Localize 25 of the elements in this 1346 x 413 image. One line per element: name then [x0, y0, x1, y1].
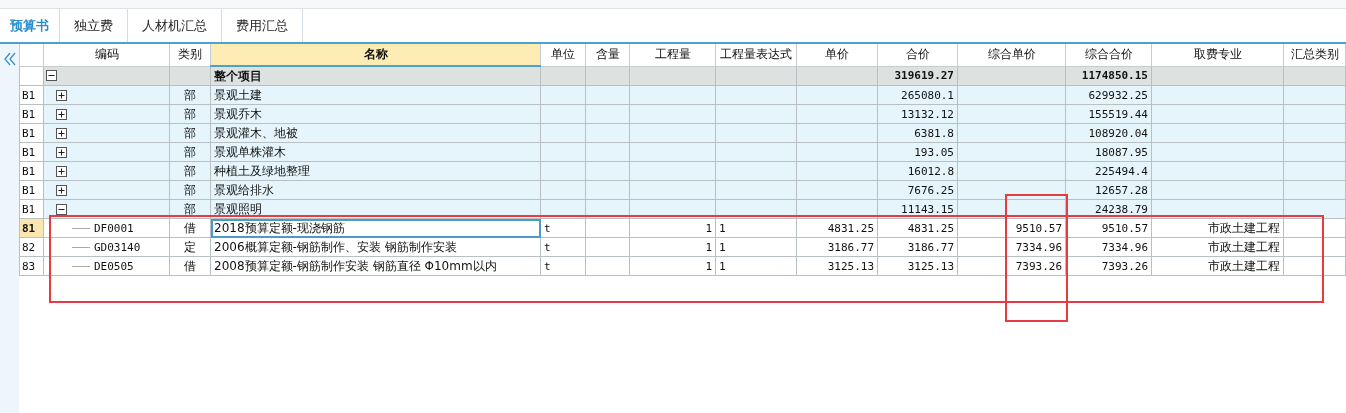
expand-toggle[interactable] — [56, 146, 67, 158]
item-code: DE0505 — [94, 259, 134, 273]
column-header[interactable]: 类别 — [169, 44, 211, 66]
column-header[interactable]: 汇总类别 — [1283, 44, 1346, 66]
expand-toggle[interactable] — [46, 70, 57, 82]
column-header[interactable]: 工程量 — [629, 44, 716, 66]
expand-toggle[interactable] — [56, 165, 67, 177]
expand-toggle[interactable] — [56, 89, 67, 101]
column-header[interactable]: 综合单价 — [957, 44, 1066, 66]
collapse-icon[interactable] — [3, 52, 16, 66]
column-header[interactable]: 取费专业 — [1151, 44, 1284, 66]
column-header[interactable]: 编码 — [43, 44, 170, 66]
column-header[interactable]: 工程量表达式 — [715, 44, 797, 66]
expand-toggle[interactable] — [56, 184, 67, 196]
column-header[interactable]: 单位 — [540, 44, 586, 66]
column-header[interactable]: 综合合价 — [1065, 44, 1152, 66]
column-header[interactable]: 单价 — [796, 44, 878, 66]
column-header[interactable]: 含量 — [585, 44, 630, 66]
column-header[interactable]: 合价 — [877, 44, 958, 66]
column-header[interactable]: 名称 — [210, 44, 541, 66]
expand-toggle[interactable] — [56, 108, 67, 120]
expand-toggle[interactable] — [56, 203, 67, 215]
item-code: DF0001 — [94, 221, 134, 235]
expand-toggle[interactable] — [56, 127, 67, 139]
item-code: GD03140 — [94, 240, 141, 254]
